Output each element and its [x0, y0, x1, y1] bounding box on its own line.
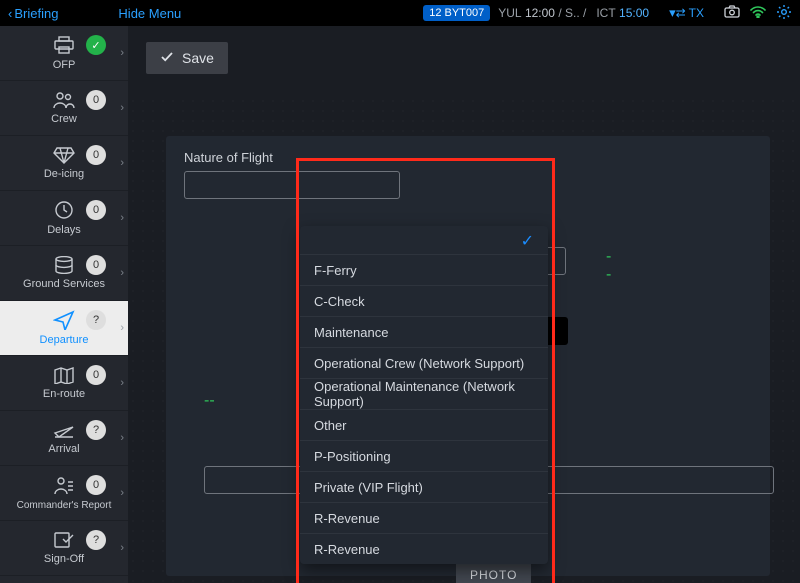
check-icon: ✓: [521, 231, 534, 251]
sidebar-item-departure[interactable]: ? Departure ›: [0, 301, 128, 356]
sync-icon: ⇄: [676, 6, 686, 20]
dropdown-item[interactable]: Private (VIP Flight): [300, 472, 548, 502]
chevron-right-icon: ›: [120, 322, 124, 334]
check-icon: [160, 50, 174, 66]
arrival-segment: ICT 15:00: [596, 6, 649, 20]
sidebar-item-commanders-report[interactable]: 0 Commander's Report ›: [0, 466, 128, 521]
dropdown-item-blank[interactable]: ✓: [300, 228, 548, 254]
departure-segment: YUL 12:00 / S.. /: [498, 6, 586, 20]
dropdown-item[interactable]: Operational Maintenance (Network Support…: [300, 379, 548, 409]
chevron-right-icon: ›: [120, 102, 124, 114]
send-icon: [53, 310, 75, 330]
save-button[interactable]: Save: [146, 42, 228, 74]
sidebar-item-deicing[interactable]: 0 De-icing ›: [0, 136, 128, 191]
camera-icon[interactable]: [724, 5, 740, 21]
sidebar-item-delays[interactable]: 0 Delays ›: [0, 191, 128, 246]
chevron-right-icon: ›: [120, 157, 124, 169]
clock-icon: [54, 200, 74, 220]
signoff-icon: [53, 531, 75, 549]
printer-icon: [52, 35, 76, 55]
map-icon: [53, 366, 75, 384]
sidebar-item-ofp[interactable]: ✓ OFP ›: [0, 26, 128, 81]
dropdown-item[interactable]: R-Revenue: [300, 534, 548, 564]
chevron-right-icon: ›: [120, 542, 124, 554]
settings-icon[interactable]: [776, 4, 792, 23]
sidebar-item-sign-off[interactable]: ? Sign-Off ›: [0, 521, 128, 576]
chevron-right-icon: ›: [120, 47, 124, 59]
database-icon: [54, 256, 74, 274]
tx-indicator[interactable]: ⇄ TX: [676, 6, 704, 20]
chevron-right-icon: ›: [120, 377, 124, 389]
dropdown-item[interactable]: F-Ferry: [300, 255, 548, 285]
chevron-right-icon: ›: [120, 487, 124, 499]
dropdown-item[interactable]: Operational Crew (Network Support): [300, 348, 548, 378]
back-button[interactable]: ‹ Briefing: [8, 6, 58, 21]
diamond-icon: [53, 146, 75, 164]
chevron-right-icon: ›: [120, 212, 124, 224]
sidebar: ✓ OFP › 0 Crew › 0 De-icing › 0 Delays ›…: [0, 26, 128, 583]
users-icon: [52, 91, 76, 109]
user-checklist-icon: [53, 476, 75, 496]
chevron-left-icon: ‹: [8, 6, 12, 21]
sidebar-item-ground-services[interactable]: 0 Ground Services ›: [0, 246, 128, 301]
main-content: Save Nature of Flight Target lb -- Uplif…: [128, 26, 800, 583]
flight-id-pill: 12 BYT007: [423, 5, 490, 21]
dropdown-item[interactable]: P-Positioning: [300, 441, 548, 471]
arrival-plane-icon: [53, 421, 75, 439]
status-dash: --: [204, 392, 215, 409]
ok-badge: ✓: [86, 35, 106, 55]
dropdown-item[interactable]: Maintenance: [300, 317, 548, 347]
target-status-dash: --: [606, 248, 611, 284]
chevron-right-icon: ›: [120, 432, 124, 444]
sidebar-item-arrival[interactable]: ? Arrival ›: [0, 411, 128, 466]
nature-of-flight-dropdown: ✓ F-Ferry C-Check Maintenance Operationa…: [300, 226, 548, 564]
back-label: Briefing: [14, 6, 58, 21]
dropdown-item[interactable]: C-Check: [300, 286, 548, 316]
hide-menu-button[interactable]: Hide Menu: [118, 6, 181, 21]
nature-of-flight-select[interactable]: [184, 171, 400, 199]
wifi-icon: [750, 6, 766, 21]
dropdown-item[interactable]: R-Revenue: [300, 503, 548, 533]
nature-of-flight-label: Nature of Flight: [184, 150, 752, 165]
chevron-right-icon: ›: [120, 267, 124, 279]
sidebar-item-crew[interactable]: 0 Crew ›: [0, 81, 128, 136]
sidebar-item-en-route[interactable]: 0 En-route ›: [0, 356, 128, 411]
dropdown-item[interactable]: Other: [300, 410, 548, 440]
